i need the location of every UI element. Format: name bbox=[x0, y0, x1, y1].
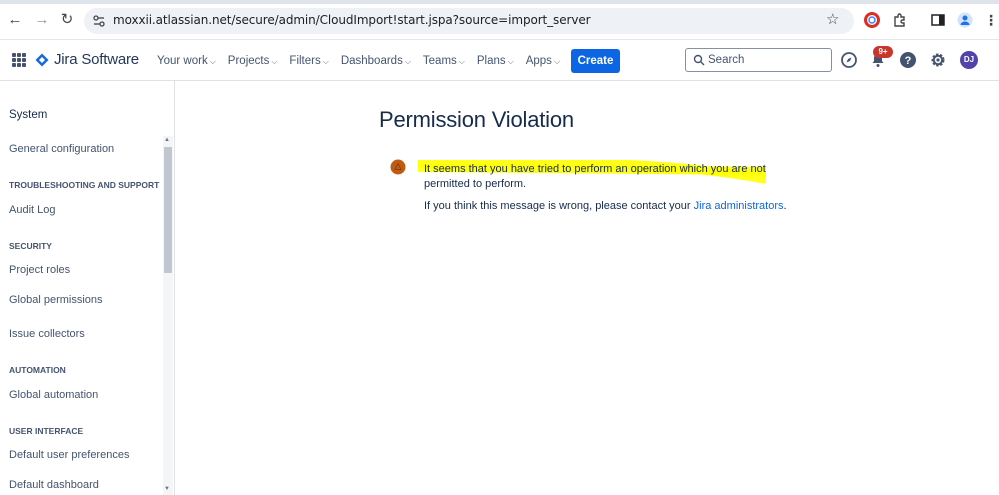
sidebar-heading-user-interface: USER INTERFACE bbox=[9, 426, 84, 436]
sidebar-title: System bbox=[9, 109, 48, 121]
menu-your-work[interactable]: Your work ⌵ bbox=[157, 55, 216, 67]
extensions-puzzle-icon[interactable] bbox=[892, 12, 908, 28]
menu-projects[interactable]: Projects ⌵ bbox=[228, 55, 278, 67]
sidebar-heading-troubleshooting: TROUBLESHOOTING AND SUPPORT bbox=[9, 180, 160, 190]
search-field[interactable] bbox=[685, 48, 832, 72]
brand-name: Jira Software bbox=[54, 51, 139, 68]
settings-gear-icon[interactable] bbox=[929, 51, 947, 69]
help-icon[interactable]: ? bbox=[899, 51, 917, 69]
chrome-extension-icon[interactable] bbox=[864, 12, 880, 28]
forward-arrow-icon[interactable]: → bbox=[33, 11, 51, 29]
url-text[interactable]: moxxii.atlassian.net/secure/admin/CloudI… bbox=[113, 13, 591, 27]
tab-strip bbox=[0, 0, 999, 4]
browser-toolbar: ← → ↻ moxxii.atlassian.net/secure/admin/… bbox=[0, 0, 999, 40]
menu-plans[interactable]: Plans ⌵ bbox=[477, 55, 514, 67]
profile-icon[interactable] bbox=[957, 12, 973, 28]
create-button[interactable]: Create bbox=[571, 49, 620, 73]
sidebar-heading-automation: AUTOMATION bbox=[9, 365, 66, 375]
sidebar-item-issue-collectors[interactable]: Issue collectors bbox=[9, 328, 85, 340]
chevron-down-icon: ⌵ bbox=[404, 56, 411, 66]
sidebar-item-global-permissions[interactable]: Global permissions bbox=[9, 294, 103, 306]
search-input[interactable] bbox=[708, 52, 826, 68]
menu-teams[interactable]: Teams ⌵ bbox=[423, 55, 465, 67]
reload-icon[interactable]: ↻ bbox=[58, 11, 76, 29]
jira-top-navigation: Jira Software Your work ⌵ Projects ⌵ Filte… bbox=[0, 40, 999, 81]
primary-menu: Your work ⌵ Projects ⌵ Filters ⌵ Dashboards… bbox=[157, 40, 572, 81]
contact-suffix: . bbox=[783, 200, 787, 212]
chevron-down-icon: ⌵ bbox=[458, 56, 465, 66]
search-icon bbox=[693, 54, 705, 66]
permission-message: It seems that you have tried to perform … bbox=[424, 163, 766, 190]
chevron-down-icon: ⌵ bbox=[507, 56, 514, 66]
scroll-up-arrow-icon[interactable]: ▲ bbox=[164, 137, 170, 143]
scroll-down-arrow-icon[interactable]: ▼ bbox=[164, 486, 170, 492]
app-switcher-icon[interactable] bbox=[12, 53, 26, 67]
sidebar-item-default-user-preferences[interactable]: Default user preferences bbox=[9, 449, 129, 461]
sidebar-item-default-dashboard[interactable]: Default dashboard bbox=[9, 479, 99, 491]
address-bar[interactable]: moxxii.atlassian.net/secure/admin/CloudI… bbox=[84, 8, 854, 34]
site-info-icon[interactable] bbox=[92, 14, 106, 28]
sidebar-item-global-automation[interactable]: Global automation bbox=[9, 389, 98, 401]
side-panel-icon[interactable] bbox=[930, 12, 946, 28]
chevron-down-icon: ⌵ bbox=[271, 56, 278, 66]
page-title: Permission Violation bbox=[379, 107, 574, 132]
notification-count-badge: 9+ bbox=[873, 46, 893, 58]
sidebar-heading-security: SECURITY bbox=[9, 241, 52, 251]
menu-filters[interactable]: Filters ⌵ bbox=[289, 55, 328, 67]
compass-icon[interactable] bbox=[840, 51, 858, 69]
sidebar-scrollbar-thumb[interactable] bbox=[164, 147, 172, 273]
jira-diamond-icon bbox=[35, 53, 49, 66]
back-arrow-icon[interactable]: ← bbox=[6, 11, 24, 29]
sidebar-item-general-configuration[interactable]: General configuration bbox=[9, 143, 114, 155]
sidebar-item-project-roles[interactable]: Project roles bbox=[9, 264, 70, 276]
contact-prefix: If you think this message is wrong, plea… bbox=[424, 200, 694, 212]
contact-message: If you think this message is wrong, plea… bbox=[424, 200, 787, 212]
warning-icon bbox=[390, 159, 406, 175]
jira-administrators-link[interactable]: Jira administrators bbox=[694, 200, 784, 212]
chevron-down-icon: ⌵ bbox=[553, 56, 561, 66]
svg-text:?: ? bbox=[905, 55, 912, 67]
sidebar-item-audit-log[interactable]: Audit Log bbox=[9, 204, 55, 216]
bookmark-star-icon[interactable]: ☆ bbox=[826, 12, 839, 28]
chevron-down-icon: ⌵ bbox=[209, 56, 216, 66]
menu-apps[interactable]: Apps ⌵ bbox=[526, 55, 560, 67]
browser-menu-icon[interactable]: ⋮ bbox=[982, 11, 999, 29]
admin-sidebar: System General configuration TROUBLESHOO… bbox=[0, 81, 175, 495]
user-avatar[interactable]: DJ bbox=[960, 51, 978, 69]
menu-dashboards[interactable]: Dashboards ⌵ bbox=[341, 55, 411, 67]
chevron-down-icon: ⌵ bbox=[322, 56, 329, 66]
jira-logo[interactable]: Jira Software bbox=[35, 51, 139, 68]
